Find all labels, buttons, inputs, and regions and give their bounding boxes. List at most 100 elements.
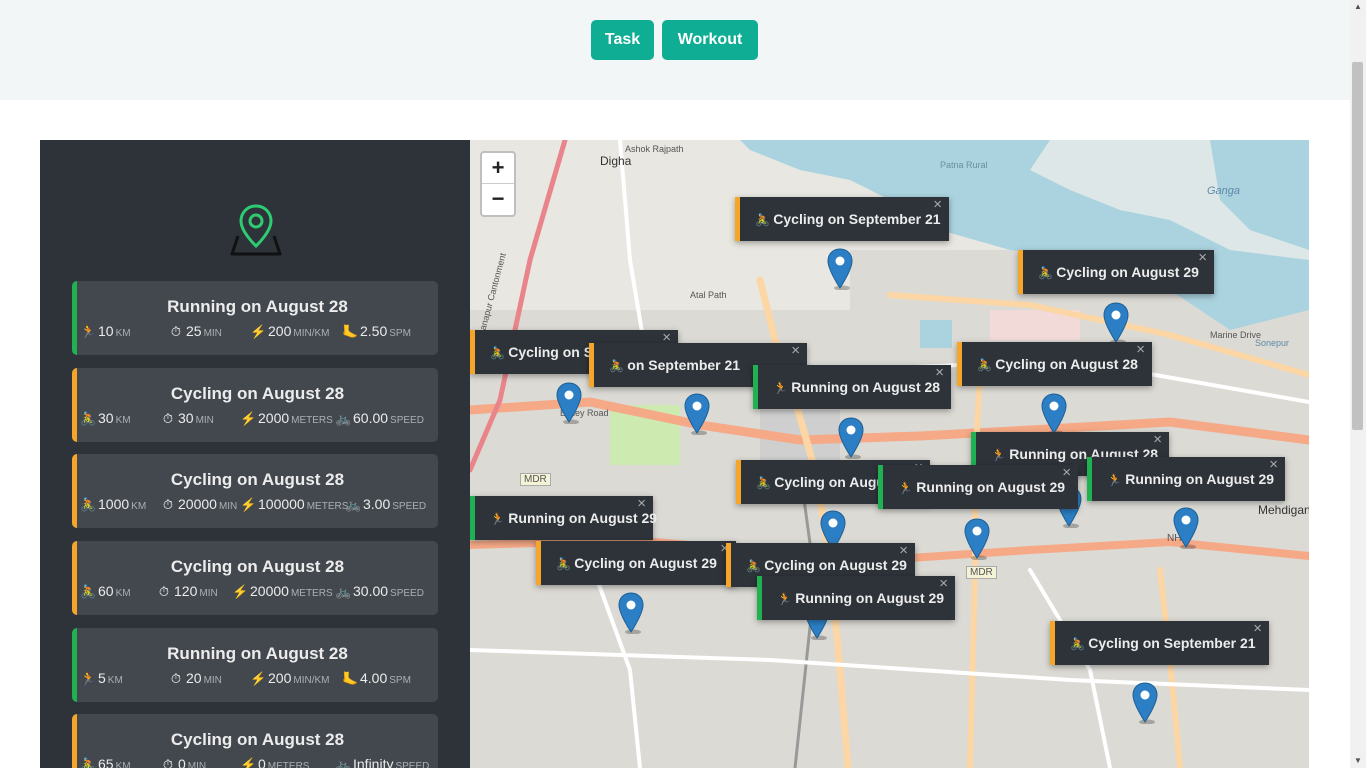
workout-popup[interactable]: 🏃 Running on August 29 × xyxy=(470,495,657,540)
workout-popup[interactable]: 🚴 Cycling on August 28 × xyxy=(957,341,1152,387)
workout-popup[interactable]: 🏃 Running on August 29 × xyxy=(1087,456,1285,502)
stopwatch-icon: ⏱ xyxy=(158,584,170,599)
close-icon[interactable]: × xyxy=(1136,328,1145,372)
close-icon[interactable]: × xyxy=(1062,451,1071,495)
map-marker-icon[interactable] xyxy=(1132,682,1158,724)
close-icon[interactable]: × xyxy=(899,529,908,573)
workout-title: Running on August 28 xyxy=(167,644,348,663)
workout-button[interactable]: Workout xyxy=(662,20,758,60)
workout-stats: 🏃 10 KM ⏱ 25 MIN ⚡ 200 MIN/KM 🦶 2.50 SPM xyxy=(80,323,434,343)
place-label: Marine Drive xyxy=(1210,330,1262,340)
map-view[interactable]: Digha Ashok Rajpath Patna Rural Ganga Ma… xyxy=(470,140,1309,768)
workout-popup[interactable]: 🚴 Cycling on September 21 × xyxy=(735,196,949,241)
stat-value: 0 xyxy=(178,756,186,768)
workout-popup[interactable]: 🚴 Cycling on August 29 × xyxy=(536,540,736,585)
close-icon[interactable]: × xyxy=(1198,236,1207,280)
popup-label: 🚴 Cycling on August 28 xyxy=(977,342,1138,387)
map-marker-icon[interactable] xyxy=(1173,507,1199,549)
cyclist-icon: 🚴 xyxy=(80,497,97,512)
cyclist-icon: 🚴 xyxy=(756,476,775,490)
workout-stat: 🦶 2.50 SPM xyxy=(342,323,411,340)
workout-sidebar: Running on August 28 🏃 10 KM ⏱ 25 MIN ⚡ 200 MIN/K… xyxy=(40,140,470,768)
map-marker-icon[interactable] xyxy=(964,518,990,560)
map-marker-icon[interactable] xyxy=(838,417,864,459)
workout-card[interactable]: Cycling on August 28 🚴 60 KM ⏱ 120 MIN ⚡ 20000 ME… xyxy=(72,541,438,615)
workout-type-bar xyxy=(72,368,77,442)
popup-type-bar xyxy=(757,576,762,620)
stat-value: 60.00 xyxy=(353,410,389,426)
stat-unit: KM xyxy=(115,415,131,426)
workout-title: Cycling on August 28 xyxy=(170,730,345,749)
stat-value: 60 xyxy=(98,583,114,599)
popup-type-bar xyxy=(957,342,962,386)
zoom-out-button[interactable]: − xyxy=(482,184,514,214)
workout-stats: 🚴 1000 KM ⏱ 20000 MIN ⚡ 100000 METERS 🚲 3.00 SPEED xyxy=(80,496,434,516)
popup-type-bar xyxy=(470,330,475,374)
workout-stat: ⚡ 100000 METERS xyxy=(240,496,348,513)
workout-stat: 🚴 1000 KM xyxy=(80,496,146,513)
close-icon[interactable]: × xyxy=(637,482,646,526)
workout-stat: ⚡ 200 MIN/KM xyxy=(250,670,329,687)
popup-text: on September 21 xyxy=(627,357,741,373)
workout-popup[interactable]: 🏃 Running on August 28 × xyxy=(753,364,951,409)
close-icon[interactable]: × xyxy=(933,183,942,227)
stat-value: 200 xyxy=(268,670,292,686)
task-button[interactable]: Task xyxy=(591,20,654,60)
lightning-icon: ⚡ xyxy=(232,584,249,599)
popup-type-bar xyxy=(736,460,741,504)
workout-stat: 🚴 60 KM xyxy=(80,583,131,600)
runner-icon: 🏃 xyxy=(490,512,509,526)
cyclist-icon: 🚴 xyxy=(80,584,97,599)
bicycle-icon: 🚲 xyxy=(345,497,362,512)
workout-popup[interactable]: 🚴 Cycling on August 29 × xyxy=(1018,249,1214,294)
map-marker-icon[interactable] xyxy=(827,248,853,290)
close-icon[interactable]: × xyxy=(1253,607,1262,651)
workout-card[interactable]: Running on August 28 🏃 10 KM ⏱ 25 MIN ⚡ 200 MIN/K… xyxy=(72,281,438,355)
popup-type-bar xyxy=(735,197,740,241)
place-label: MDR xyxy=(966,566,997,579)
workout-stat: ⚡ 2000 METERS xyxy=(240,410,333,427)
stopwatch-icon: ⏱ xyxy=(162,757,174,768)
stat-unit: MIN xyxy=(195,415,214,426)
map-marker-icon[interactable] xyxy=(556,382,582,424)
workout-popup[interactable]: 🏃 Running on August 29 × xyxy=(878,464,1078,509)
stat-unit: MIN xyxy=(203,675,222,686)
workout-type-bar xyxy=(72,628,77,702)
lightning-icon: ⚡ xyxy=(240,411,257,426)
workout-card[interactable]: Cycling on August 28 🚴 30 KM ⏱ 30 MIN ⚡ 2000 METE… xyxy=(72,368,438,442)
map-marker-icon[interactable] xyxy=(618,592,644,634)
workout-popup[interactable]: 🏃 Running on August 29 × xyxy=(757,575,955,620)
map-marker-icon[interactable] xyxy=(1041,393,1067,435)
close-icon[interactable]: × xyxy=(935,351,944,395)
workout-card[interactable]: Cycling on August 28 🚴 65 KM ⏱ 0 MIN ⚡ 0 METERS 🚲 I… xyxy=(72,714,438,768)
stat-value: Infinity xyxy=(353,756,394,768)
workout-card[interactable]: Running on August 28 🏃 5 KM ⏱ 20 MIN ⚡ 200 MIN/KM… xyxy=(72,628,438,702)
stat-unit: KM xyxy=(107,675,123,686)
scroll-down-icon[interactable]: ▼ xyxy=(1353,756,1363,765)
stat-unit: MIN xyxy=(218,501,238,512)
stat-unit: MIN xyxy=(203,328,222,339)
workout-card[interactable]: Cycling on August 28 🚴 1000 KM ⏱ 20000 MIN ⚡ 100… xyxy=(72,454,438,528)
popup-label: 🏃 Running on August 29 xyxy=(1107,457,1274,502)
popup-label: 🚴 Cycling on Augu xyxy=(756,460,885,505)
close-icon[interactable]: × xyxy=(1153,418,1162,462)
close-icon[interactable]: × xyxy=(1269,443,1278,487)
footprint-icon: 🦶 xyxy=(342,324,359,339)
popup-type-bar xyxy=(1087,457,1092,501)
scroll-up-icon[interactable]: ▲ xyxy=(1353,2,1363,11)
popup-text: Cycling on September 21 xyxy=(1088,635,1256,651)
map-marker-icon[interactable] xyxy=(684,393,710,435)
map-marker-icon[interactable] xyxy=(1103,302,1129,344)
scrollbar-thumb[interactable] xyxy=(1352,62,1363,430)
cyclist-icon: 🚴 xyxy=(556,557,575,571)
zoom-in-button[interactable]: + xyxy=(482,153,514,184)
runner-icon: 🏃 xyxy=(773,381,792,395)
workout-popup[interactable]: 🚴 Cycling on September 21 × xyxy=(1050,620,1269,665)
workout-stats: 🚴 65 KM ⏱ 0 MIN ⚡ 0 METERS 🚲 Infinity SPEED xyxy=(80,756,434,768)
stat-value: 100000 xyxy=(258,496,305,512)
cyclist-icon: 🚴 xyxy=(746,559,765,573)
place-label: MDR xyxy=(520,473,551,486)
close-icon[interactable]: × xyxy=(939,562,948,606)
stopwatch-icon: ⏱ xyxy=(162,411,174,426)
popup-text: Cycling on August 28 xyxy=(995,356,1138,372)
